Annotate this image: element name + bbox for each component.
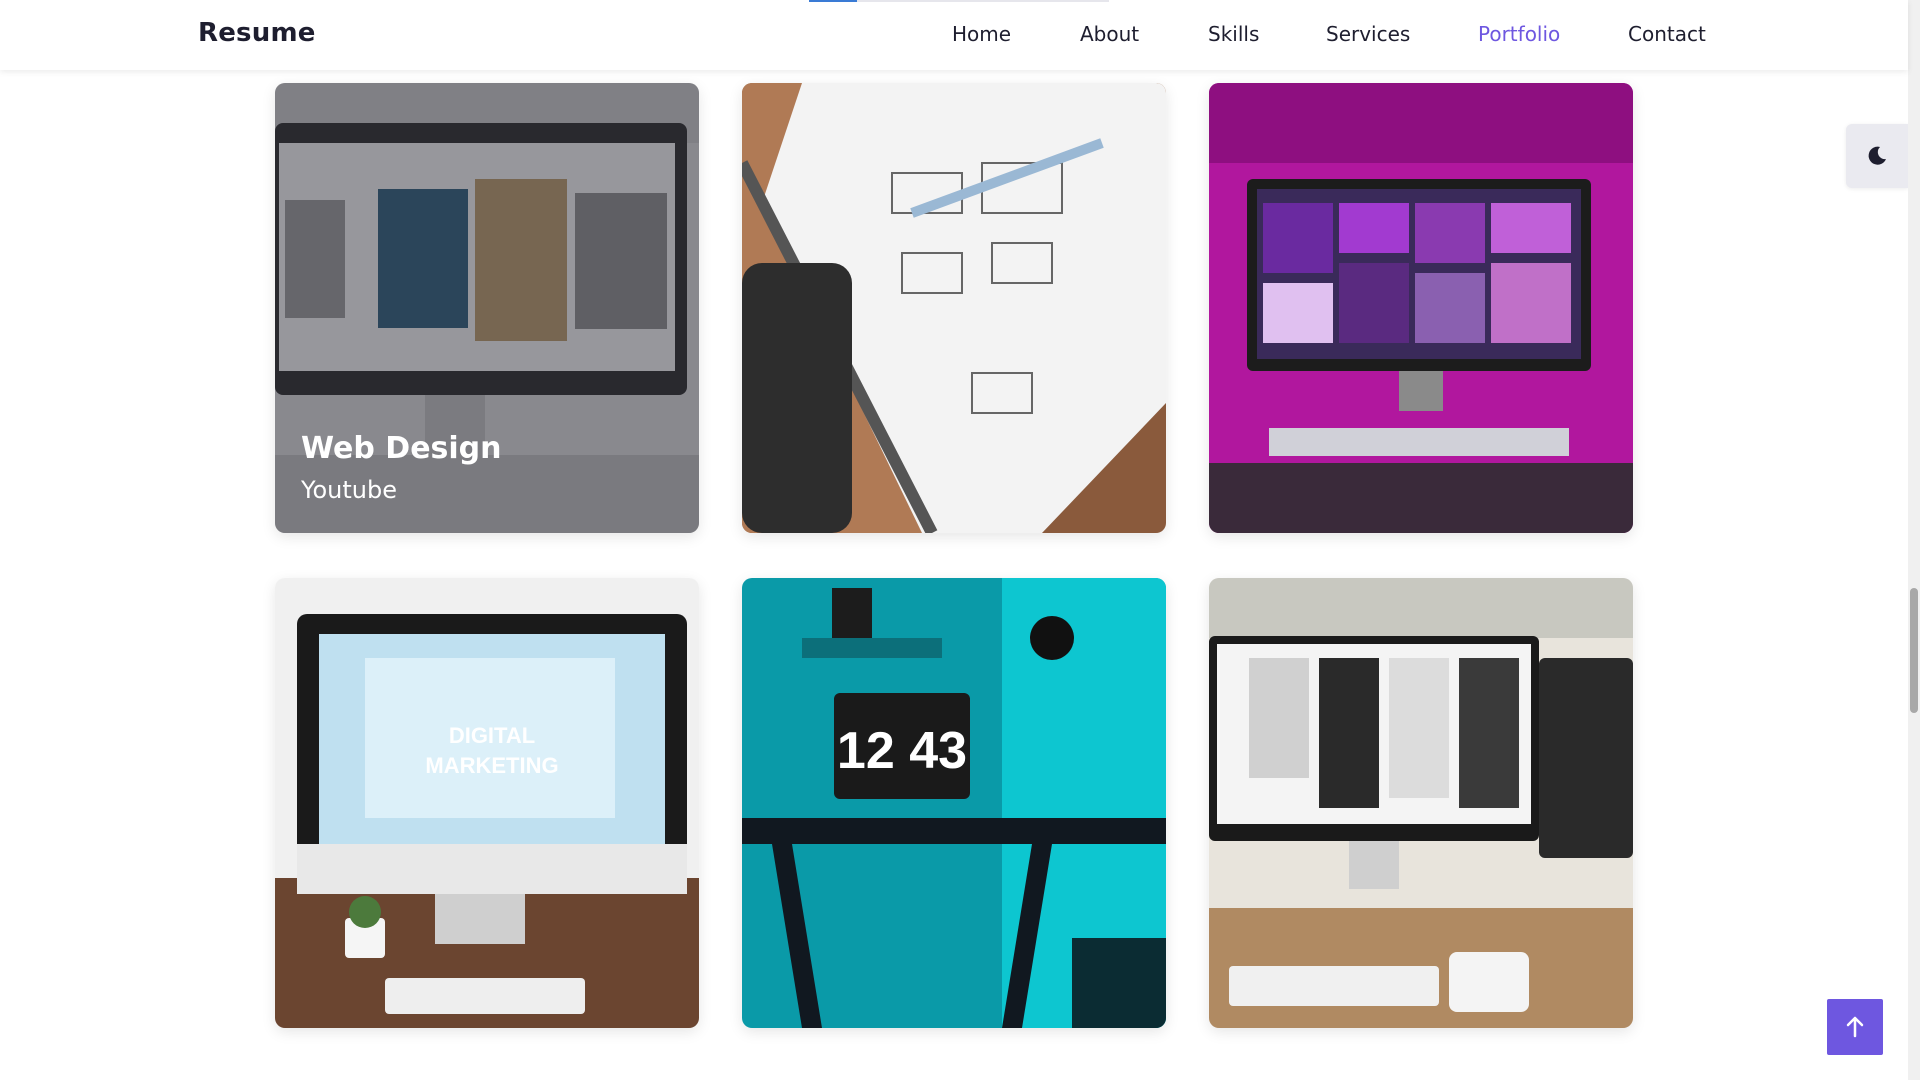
nav-home[interactable]: Home (952, 22, 1011, 46)
portfolio-image (1209, 578, 1633, 1028)
portfolio-card-digital-marketing[interactable]: DIGITAL MARKETING (275, 578, 699, 1028)
nav-skills[interactable]: Skills (1208, 22, 1259, 46)
scrollbar[interactable] (1908, 0, 1920, 1080)
nav-services[interactable]: Services (1326, 22, 1410, 46)
back-to-top-button[interactable] (1827, 999, 1883, 1055)
nav-portfolio[interactable]: Portfolio (1478, 22, 1560, 46)
portfolio-image (1209, 83, 1633, 533)
card-subtitle: Youtube (301, 476, 397, 504)
header: Resume Home About Skills Services Portfo… (0, 0, 1908, 70)
portfolio-image (742, 83, 1166, 533)
scroll-progress-fill (809, 0, 857, 2)
theme-toggle-button[interactable] (1846, 124, 1908, 188)
screen-text-digital: DIGITAL (449, 723, 535, 748)
portfolio-card-wireframe[interactable] (742, 83, 1166, 533)
nav-about[interactable]: About (1080, 22, 1139, 46)
screen-text-marketing: MARKETING (425, 753, 558, 778)
portfolio-card-teal-desk[interactable]: 12 43 (742, 578, 1166, 1028)
moon-icon (1868, 146, 1886, 165)
screen-text-clock: 12 43 (837, 722, 967, 780)
nav-contact[interactable]: Contact (1628, 22, 1706, 46)
card-title: Web Design (301, 431, 502, 466)
portfolio-image: DIGITAL MARKETING (275, 578, 699, 1028)
arrow-up-icon (1846, 1016, 1864, 1038)
portfolio-card-magenta-desk[interactable] (1209, 83, 1633, 533)
scroll-progress-bar (809, 0, 1109, 2)
portfolio-image: 12 43 (742, 578, 1166, 1028)
portfolio-card-web-design[interactable]: Web Design Youtube (275, 83, 699, 533)
scrollbar-thumb[interactable] (1910, 588, 1918, 713)
main-nav: Home About Skills Services Portfolio Con… (0, 22, 1908, 52)
portfolio-card-dual-monitors[interactable] (1209, 578, 1633, 1028)
